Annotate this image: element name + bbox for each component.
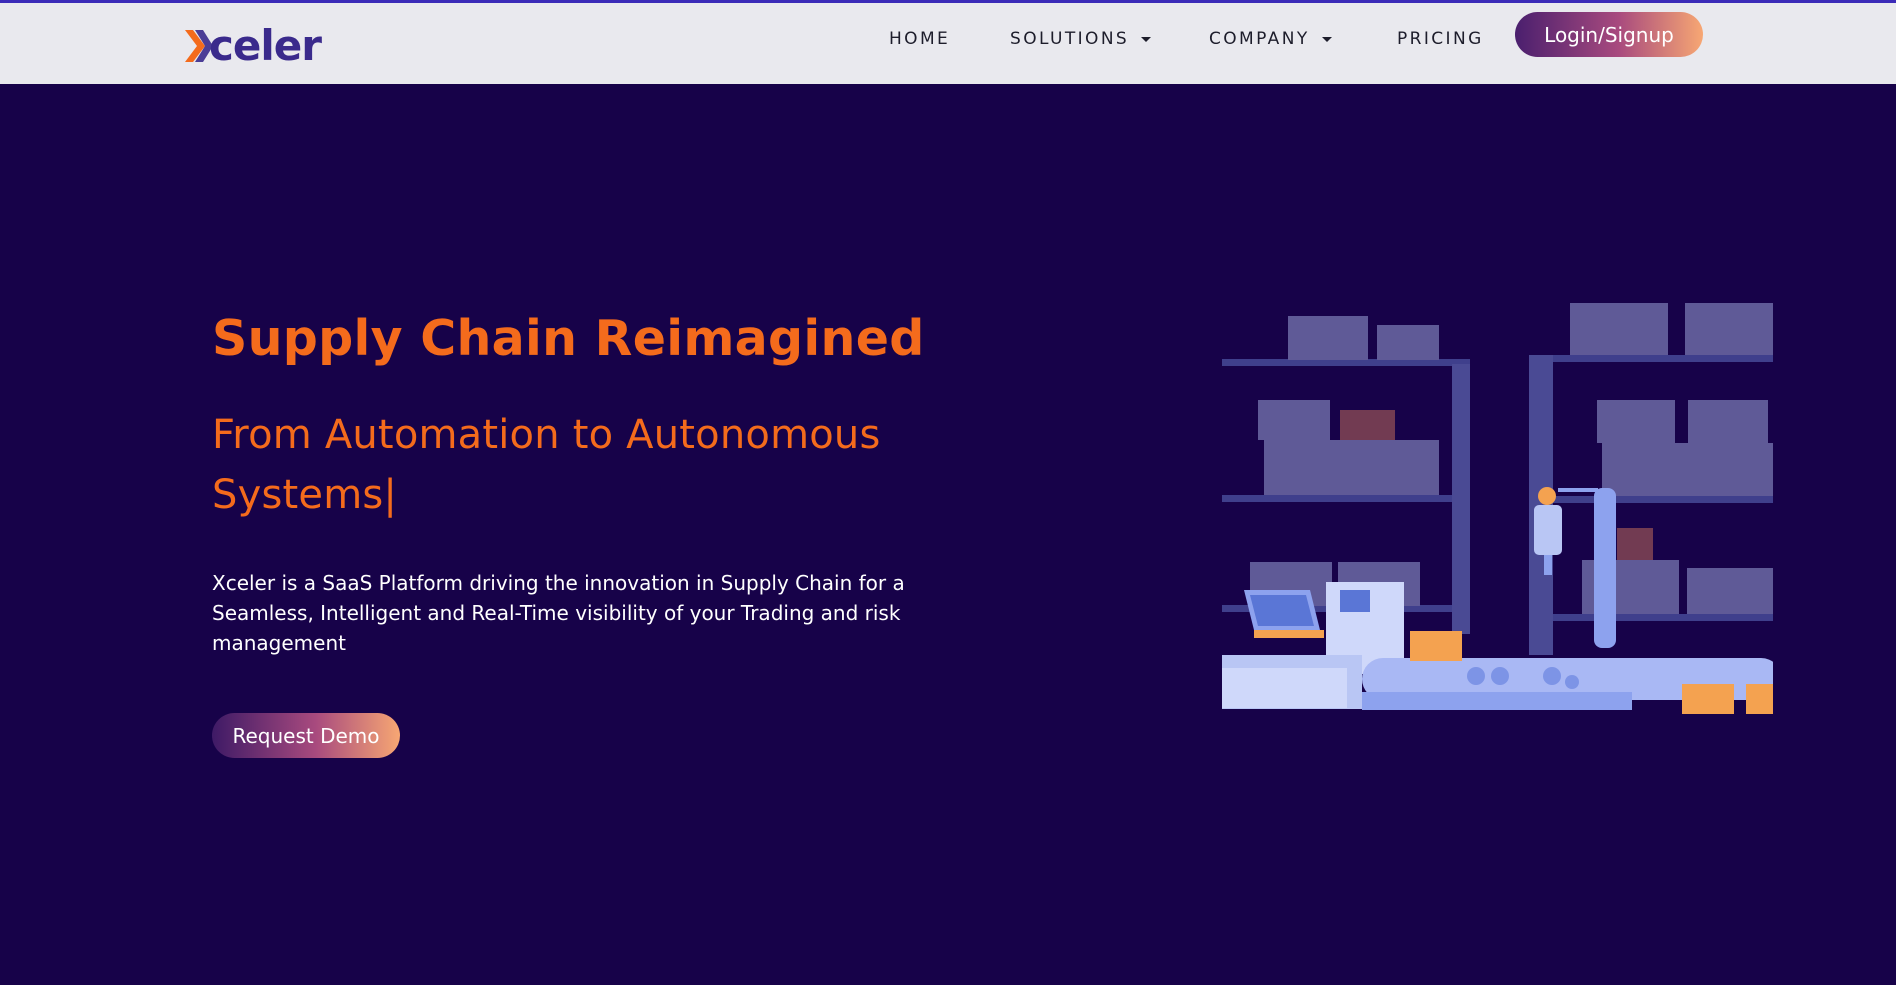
nav-home-label: HOME (889, 29, 951, 49)
nav-pricing[interactable]: PRICING (1397, 29, 1484, 49)
warehouse-automation-illustration (1222, 303, 1773, 714)
nav-company[interactable]: COMPANY (1209, 29, 1332, 49)
conveyor-belt (1362, 631, 1773, 714)
hero-subtitle: From Automation to Autonomous Systems| (212, 412, 881, 518)
nav-company-label: COMPANY (1209, 29, 1310, 49)
hero-title: Supply Chain Reimagined (212, 310, 925, 367)
right-shelf (1529, 303, 1773, 655)
brand-name: celer (209, 21, 322, 70)
request-demo-button[interactable]: Request Demo (212, 713, 400, 758)
login-signup-button[interactable]: Login/Signup (1515, 12, 1703, 57)
caret-down-icon (1141, 36, 1152, 42)
hero-description: Xceler is a SaaS Platform driving the in… (212, 571, 905, 655)
caret-down-icon (1321, 36, 1332, 42)
nav-pricing-label: PRICING (1397, 29, 1484, 49)
nav-home[interactable]: HOME (889, 29, 950, 49)
navbar: celer HOME SOLUTIONS COMPANY PRICING Log… (0, 3, 1896, 84)
nav-solutions[interactable]: SOLUTIONS (1010, 29, 1152, 49)
brand-logo[interactable]: celer (185, 21, 322, 71)
nav-solutions-label: SOLUTIONS (1010, 29, 1130, 49)
